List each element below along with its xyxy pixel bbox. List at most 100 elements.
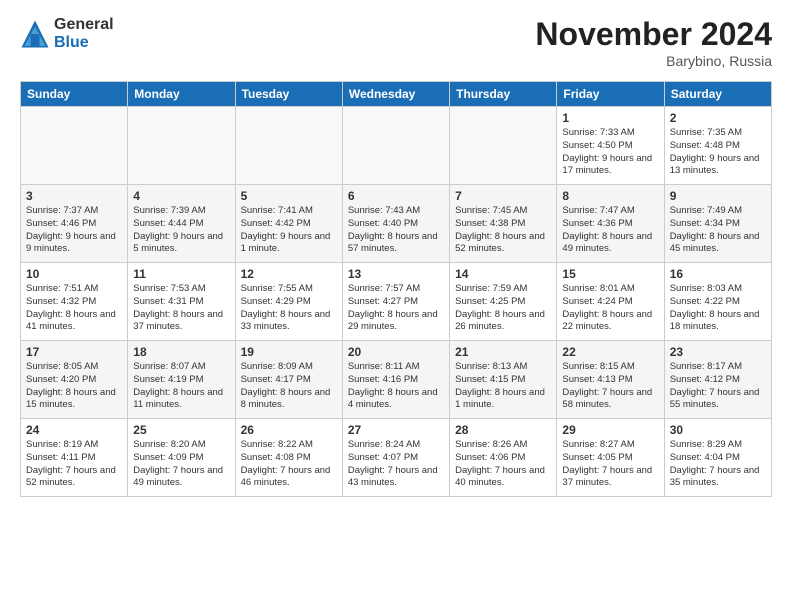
- day-info: Sunrise: 8:03 AM Sunset: 4:22 PM Dayligh…: [670, 283, 766, 334]
- header-saturday: Saturday: [664, 82, 771, 107]
- day-number: 11: [133, 267, 229, 281]
- table-row: 26Sunrise: 8:22 AM Sunset: 4:08 PM Dayli…: [235, 419, 342, 497]
- day-number: 7: [455, 189, 551, 203]
- day-number: 23: [670, 345, 766, 359]
- table-row: 6Sunrise: 7:43 AM Sunset: 4:40 PM Daylig…: [342, 185, 449, 263]
- day-number: 10: [26, 267, 122, 281]
- logo-text: General Blue: [54, 16, 114, 51]
- table-row: 24 Sunrise: 8:19 AM Sunset: 4:11 PM Dayli…: [21, 419, 128, 497]
- logo-icon: [20, 19, 50, 49]
- table-row: 25 Sunrise: 8:20 AM Sunset: 4:09 PM Dayli…: [128, 419, 235, 497]
- table-row: 29 Sunrise: 8:27 AM Sunset: 4:05 PM Dayli…: [557, 419, 664, 497]
- day-number: 6: [348, 189, 444, 203]
- table-row: 11Sunrise: 7:53 AM Sunset: 4:31 PM Dayli…: [128, 263, 235, 341]
- day-number: 27: [348, 423, 444, 437]
- day-number: 18: [133, 345, 229, 359]
- header-monday: Monday: [128, 82, 235, 107]
- calendar-header-row: Sunday Monday Tuesday Wednesday Thursday…: [21, 82, 772, 107]
- table-row: [342, 107, 449, 185]
- table-row: 18 Sunrise: 8:07 AM Sunset: 4:19 PM Dayli…: [128, 341, 235, 419]
- header: General Blue November 2024 Barybino, Rus…: [20, 16, 772, 69]
- day-info: Sunrise: 8:27 AM Sunset: 4:05 PM Dayligh…: [562, 439, 658, 490]
- table-row: 27 Sunrise: 8:24 AM Sunset: 4:07 PM Dayli…: [342, 419, 449, 497]
- calendar-week-1: 1 Sunrise: 7:33 AM Sunset: 4:50 PM Daylig…: [21, 107, 772, 185]
- table-row: 19 Sunrise: 8:09 AM Sunset: 4:17 PM Dayli…: [235, 341, 342, 419]
- day-info: Sunrise: 8:05 AM Sunset: 4:20 PM Dayligh…: [26, 361, 122, 412]
- logo-blue-label: Blue: [54, 34, 114, 52]
- table-row: 3Sunrise: 7:37 AM Sunset: 4:46 PM Daylig…: [21, 185, 128, 263]
- logo-general-label: General: [54, 16, 114, 34]
- day-info: Sunrise: 7:49 AM Sunset: 4:34 PM Dayligh…: [670, 205, 766, 256]
- day-number: 28: [455, 423, 551, 437]
- table-row: [450, 107, 557, 185]
- day-info: Sunrise: 8:29 AM Sunset: 4:04 PM Dayligh…: [670, 439, 766, 490]
- header-friday: Friday: [557, 82, 664, 107]
- table-row: 4Sunrise: 7:39 AM Sunset: 4:44 PM Daylig…: [128, 185, 235, 263]
- day-number: 26: [241, 423, 337, 437]
- table-row: 15 Sunrise: 8:01 AM Sunset: 4:24 PM Dayli…: [557, 263, 664, 341]
- day-number: 13: [348, 267, 444, 281]
- day-number: 17: [26, 345, 122, 359]
- day-number: 2: [670, 111, 766, 125]
- day-info: Sunrise: 7:47 AM Sunset: 4:36 PM Dayligh…: [562, 205, 658, 256]
- table-row: 10Sunrise: 7:51 AM Sunset: 4:32 PM Dayli…: [21, 263, 128, 341]
- calendar-week-4: 17 Sunrise: 8:05 AM Sunset: 4:20 PM Dayli…: [21, 341, 772, 419]
- day-number: 24: [26, 423, 122, 437]
- day-number: 1: [562, 111, 658, 125]
- day-info: Sunrise: 8:07 AM Sunset: 4:19 PM Dayligh…: [133, 361, 229, 412]
- day-number: 14: [455, 267, 551, 281]
- table-row: [128, 107, 235, 185]
- table-row: 13 Sunrise: 7:57 AM Sunset: 4:27 PM Dayli…: [342, 263, 449, 341]
- day-info: Sunrise: 7:59 AM Sunset: 4:25 PM Dayligh…: [455, 283, 551, 334]
- day-number: 15: [562, 267, 658, 281]
- day-number: 8: [562, 189, 658, 203]
- day-number: 25: [133, 423, 229, 437]
- table-row: 5 Sunrise: 7:41 AM Sunset: 4:42 PM Daylig…: [235, 185, 342, 263]
- page: General Blue November 2024 Barybino, Rus…: [0, 0, 792, 507]
- day-info: Sunrise: 7:37 AM Sunset: 4:46 PM Dayligh…: [26, 205, 122, 256]
- day-info: Sunrise: 8:26 AM Sunset: 4:06 PM Dayligh…: [455, 439, 551, 490]
- header-tuesday: Tuesday: [235, 82, 342, 107]
- day-info: Sunrise: 8:01 AM Sunset: 4:24 PM Dayligh…: [562, 283, 658, 334]
- table-row: 14 Sunrise: 7:59 AM Sunset: 4:25 PM Dayli…: [450, 263, 557, 341]
- table-row: 28 Sunrise: 8:26 AM Sunset: 4:06 PM Dayli…: [450, 419, 557, 497]
- calendar-week-2: 3Sunrise: 7:37 AM Sunset: 4:46 PM Daylig…: [21, 185, 772, 263]
- day-info: Sunrise: 7:35 AM Sunset: 4:48 PM Dayligh…: [670, 127, 766, 178]
- table-row: 9 Sunrise: 7:49 AM Sunset: 4:34 PM Daylig…: [664, 185, 771, 263]
- day-info: Sunrise: 8:09 AM Sunset: 4:17 PM Dayligh…: [241, 361, 337, 412]
- table-row: [21, 107, 128, 185]
- day-number: 29: [562, 423, 658, 437]
- table-row: 22 Sunrise: 8:15 AM Sunset: 4:13 PM Dayli…: [557, 341, 664, 419]
- table-row: 20Sunrise: 8:11 AM Sunset: 4:16 PM Dayli…: [342, 341, 449, 419]
- day-info: Sunrise: 7:33 AM Sunset: 4:50 PM Dayligh…: [562, 127, 658, 178]
- day-info: Sunrise: 7:41 AM Sunset: 4:42 PM Dayligh…: [241, 205, 337, 256]
- day-info: Sunrise: 8:11 AM Sunset: 4:16 PM Dayligh…: [348, 361, 444, 412]
- day-info: Sunrise: 8:24 AM Sunset: 4:07 PM Dayligh…: [348, 439, 444, 490]
- header-thursday: Thursday: [450, 82, 557, 107]
- day-info: Sunrise: 7:45 AM Sunset: 4:38 PM Dayligh…: [455, 205, 551, 256]
- location: Barybino, Russia: [535, 53, 772, 69]
- day-info: Sunrise: 8:15 AM Sunset: 4:13 PM Dayligh…: [562, 361, 658, 412]
- table-row: 2 Sunrise: 7:35 AM Sunset: 4:48 PM Daylig…: [664, 107, 771, 185]
- day-number: 19: [241, 345, 337, 359]
- day-number: 21: [455, 345, 551, 359]
- day-info: Sunrise: 7:55 AM Sunset: 4:29 PM Dayligh…: [241, 283, 337, 334]
- logo: General Blue: [20, 16, 114, 51]
- day-number: 9: [670, 189, 766, 203]
- day-info: Sunrise: 8:20 AM Sunset: 4:09 PM Dayligh…: [133, 439, 229, 490]
- day-number: 5: [241, 189, 337, 203]
- title-block: November 2024 Barybino, Russia: [535, 16, 772, 69]
- calendar-week-5: 24 Sunrise: 8:19 AM Sunset: 4:11 PM Dayli…: [21, 419, 772, 497]
- day-info: Sunrise: 8:19 AM Sunset: 4:11 PM Dayligh…: [26, 439, 122, 490]
- day-info: Sunrise: 8:17 AM Sunset: 4:12 PM Dayligh…: [670, 361, 766, 412]
- day-number: 22: [562, 345, 658, 359]
- table-row: 1 Sunrise: 7:33 AM Sunset: 4:50 PM Daylig…: [557, 107, 664, 185]
- day-info: Sunrise: 8:13 AM Sunset: 4:15 PM Dayligh…: [455, 361, 551, 412]
- table-row: 12Sunrise: 7:55 AM Sunset: 4:29 PM Dayli…: [235, 263, 342, 341]
- table-row: 23 Sunrise: 8:17 AM Sunset: 4:12 PM Dayli…: [664, 341, 771, 419]
- day-info: Sunrise: 7:57 AM Sunset: 4:27 PM Dayligh…: [348, 283, 444, 334]
- header-wednesday: Wednesday: [342, 82, 449, 107]
- table-row: [235, 107, 342, 185]
- table-row: 8 Sunrise: 7:47 AM Sunset: 4:36 PM Daylig…: [557, 185, 664, 263]
- table-row: 16Sunrise: 8:03 AM Sunset: 4:22 PM Dayli…: [664, 263, 771, 341]
